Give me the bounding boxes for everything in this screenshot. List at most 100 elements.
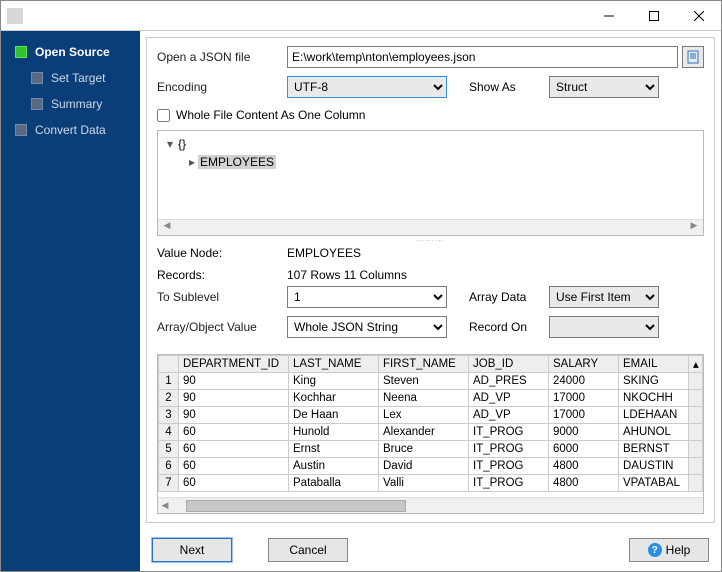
table-cell: BERNST	[619, 441, 689, 458]
table-cell: 60	[179, 458, 289, 475]
col-header[interactable]: EMAIL	[619, 356, 689, 373]
minimize-button[interactable]	[586, 1, 631, 31]
help-icon: ?	[648, 543, 662, 557]
step-label: Summary	[51, 97, 102, 111]
sidebar-item-open-source[interactable]: Open Source	[1, 39, 140, 65]
maximize-button[interactable]	[631, 1, 676, 31]
open-file-label: Open a JSON file	[157, 50, 287, 64]
table-h-scrollbar[interactable]: ◀	[158, 497, 703, 513]
table-cell: 90	[179, 390, 289, 407]
table-cell: Lex	[379, 407, 469, 424]
col-header[interactable]: DEPARTMENT_ID	[179, 356, 289, 373]
table-cell: VPATABAL	[619, 475, 689, 492]
showas-label: Show As	[469, 80, 549, 94]
value-node-value: EMPLOYEES	[287, 246, 361, 260]
whole-file-checkbox[interactable]	[157, 109, 170, 122]
sidebar-item-set-target[interactable]: Set Target	[1, 65, 140, 91]
table-cell: IT_PROG	[469, 475, 549, 492]
sublevel-select[interactable]: 1	[287, 286, 447, 308]
sublevel-label: To Sublevel	[157, 290, 287, 304]
objval-label: Array/Object Value	[157, 320, 287, 334]
table-cell: AHUNOL	[619, 424, 689, 441]
table-cell: Kochhar	[289, 390, 379, 407]
tree-node-employees[interactable]: EMPLOYEES	[198, 155, 276, 169]
table-cell: IT_PROG	[469, 458, 549, 475]
table-cell: Valli	[379, 475, 469, 492]
step-label: Set Target	[51, 71, 105, 85]
col-header[interactable]: FIRST_NAME	[379, 356, 469, 373]
col-header[interactable]: LAST_NAME	[289, 356, 379, 373]
table-header-row: DEPARTMENT_ID LAST_NAME FIRST_NAME JOB_I…	[159, 356, 703, 373]
col-header[interactable]: SALARY	[549, 356, 619, 373]
table-cell: De Haan	[289, 407, 379, 424]
tree-scrollbar[interactable]: ◀▶	[158, 219, 703, 235]
table-cell: 60	[179, 424, 289, 441]
table-cell: Ernst	[289, 441, 379, 458]
cancel-button[interactable]: Cancel	[268, 538, 348, 562]
table-cell: 17000	[549, 390, 619, 407]
table-row[interactable]: 290KochharNeenaAD_VP17000NKOCHH	[159, 390, 703, 407]
file-path-input[interactable]	[287, 46, 678, 68]
step-label: Open Source	[35, 45, 110, 59]
close-button[interactable]	[676, 1, 721, 31]
col-header[interactable]: JOB_ID	[469, 356, 549, 373]
table-cell: 6000	[549, 441, 619, 458]
table-cell: 60	[179, 441, 289, 458]
table-row[interactable]: 390De HaanLexAD_VP17000LDEHAAN	[159, 407, 703, 424]
table-row[interactable]: 190KingStevenAD_PRES24000SKING	[159, 373, 703, 390]
sidebar-item-convert-data[interactable]: Convert Data	[1, 117, 140, 143]
table-cell: SKING	[619, 373, 689, 390]
encoding-select[interactable]: UTF-8	[287, 76, 447, 98]
recordon-select[interactable]	[549, 316, 659, 338]
table-cell: AD_VP	[469, 407, 549, 424]
table-cell: 4800	[549, 475, 619, 492]
table-cell: 4800	[549, 458, 619, 475]
records-value: 107 Rows 11 Columns	[287, 268, 407, 282]
table-row[interactable]: 560ErnstBruceIT_PROG6000BERNST	[159, 441, 703, 458]
table-cell: IT_PROG	[469, 424, 549, 441]
table-row[interactable]: 460HunoldAlexanderIT_PROG9000AHUNOL	[159, 424, 703, 441]
next-button[interactable]: Next	[152, 538, 232, 562]
table-cell: AD_VP	[469, 390, 549, 407]
splitter[interactable]: ⋯⋯⋯	[157, 236, 704, 242]
table-cell: IT_PROG	[469, 441, 549, 458]
sidebar-item-summary[interactable]: Summary	[1, 91, 140, 117]
scroll-up-icon[interactable]: ▴	[689, 356, 703, 373]
table-cell: Austin	[289, 458, 379, 475]
document-icon	[686, 50, 700, 64]
table-cell: AD_PRES	[469, 373, 549, 390]
arraydata-select[interactable]: Use First Item	[549, 286, 659, 308]
app-icon	[7, 8, 23, 24]
table-cell: Neena	[379, 390, 469, 407]
collapse-icon[interactable]: ▾	[164, 137, 176, 151]
arraydata-label: Array Data	[469, 290, 549, 304]
objval-select[interactable]: Whole JSON String	[287, 316, 447, 338]
step-label: Convert Data	[35, 123, 106, 137]
table-cell: David	[379, 458, 469, 475]
button-bar: Next Cancel ?Help	[140, 529, 721, 571]
json-tree[interactable]: ▾{} ▸EMPLOYEES ◀▶	[157, 130, 704, 236]
table-cell: Pataballa	[289, 475, 379, 492]
value-node-label: Value Node:	[157, 246, 287, 260]
table-cell: 90	[179, 373, 289, 390]
help-button[interactable]: ?Help	[629, 538, 709, 562]
table-row[interactable]: 760PataballaValliIT_PROG4800VPATABAL	[159, 475, 703, 492]
table-cell: Hunold	[289, 424, 379, 441]
table-cell: 24000	[549, 373, 619, 390]
table-row[interactable]: 660AustinDavidIT_PROG4800DAUSTIN	[159, 458, 703, 475]
records-label: Records:	[157, 268, 287, 282]
table-cell: Steven	[379, 373, 469, 390]
table-cell: 60	[179, 475, 289, 492]
tree-root[interactable]: {}	[176, 137, 188, 151]
main-panel: Open a JSON file Encoding UTF-8 Show As …	[146, 37, 715, 523]
table-cell: Alexander	[379, 424, 469, 441]
expand-icon[interactable]: ▸	[186, 155, 198, 169]
table-cell: DAUSTIN	[619, 458, 689, 475]
encoding-label: Encoding	[157, 80, 287, 94]
table-cell: 9000	[549, 424, 619, 441]
recordon-label: Record On	[469, 320, 549, 334]
table-cell: NKOCHH	[619, 390, 689, 407]
browse-button[interactable]	[682, 46, 704, 68]
showas-select[interactable]: Struct	[549, 76, 659, 98]
table-cell: 90	[179, 407, 289, 424]
